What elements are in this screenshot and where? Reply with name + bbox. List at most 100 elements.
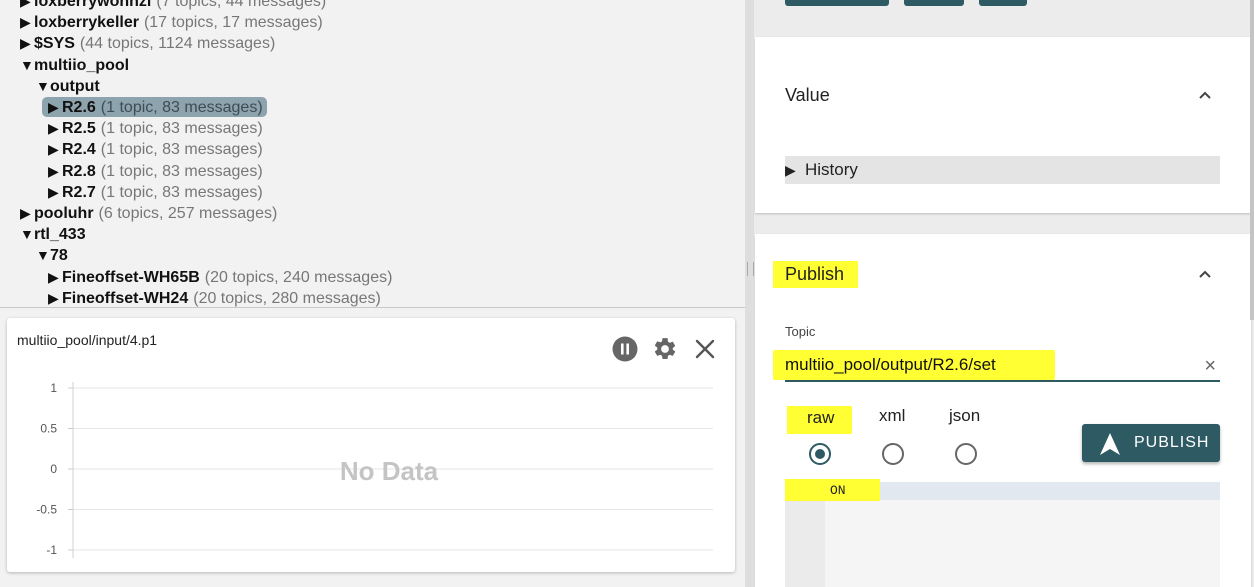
- topic-label: Topic: [785, 324, 816, 339]
- format-label-raw: raw: [787, 406, 853, 434]
- expand-arrow-icon[interactable]: ▶: [48, 97, 62, 117]
- y-tick-label: -0.5: [36, 503, 57, 517]
- publish-button-label: PUBLISH: [1134, 434, 1210, 451]
- payload-editor[interactable]: ON: [785, 479, 1220, 587]
- pause-button[interactable]: [612, 336, 638, 362]
- clear-icon[interactable]: ×: [1204, 355, 1216, 378]
- tree-node[interactable]: ▼output: [36, 76, 100, 96]
- format-radio-xml[interactable]: [882, 443, 904, 465]
- tree-node-count: (6 topics, 257 messages): [98, 205, 278, 222]
- chart-area: 1 0.5 0 -0.5 -1 No Data multiio_pool/input/4.…: [0, 308, 745, 587]
- tree-node-name: Fineoffset-WH24: [62, 289, 189, 307]
- close-icon: [695, 339, 715, 359]
- format-radio-json[interactable]: [955, 443, 977, 465]
- tree-node[interactable]: ▶ $SYS (44 topics, 1124 messages): [20, 33, 275, 53]
- tree-node-name: output: [50, 77, 100, 95]
- y-tick-label: 0: [50, 462, 57, 476]
- tree-node[interactable]: ▶ R2.5 (1 topic, 83 messages): [48, 118, 263, 138]
- value-panel-title: Value: [785, 85, 830, 105]
- expand-arrow-icon[interactable]: ▶: [48, 267, 62, 287]
- value-panel: Value ▶ History: [755, 37, 1251, 213]
- expand-arrow-icon[interactable]: ▶: [20, 203, 34, 223]
- publish-panel-title: Publish: [773, 261, 859, 288]
- no-data-label: No Data: [340, 456, 439, 486]
- history-toggle[interactable]: ▶ History: [785, 156, 1220, 184]
- tree-node-count: (1 topic, 83 messages): [100, 120, 263, 138]
- expand-arrow-icon[interactable]: ▶: [48, 288, 62, 308]
- expand-arrow-icon[interactable]: ▶: [48, 161, 62, 181]
- tree-node-count: (1 topic, 83 messages): [100, 183, 263, 201]
- tree-node[interactable]: ▶ loxberrykeller (17 topics, 17 messages): [20, 12, 323, 32]
- publish-panel: Publish Topic × raw xml json PUBLISH ON: [755, 234, 1251, 587]
- tree-node-count: (44 topics, 1124 messages): [79, 35, 276, 53]
- scrollbar[interactable]: [1250, 0, 1254, 320]
- tree-node[interactable]: ▶ pooluhr (6 topics, 257 messages): [20, 203, 277, 223]
- expand-arrow-icon: ▶: [785, 162, 796, 178]
- tree-node[interactable]: ▼78: [36, 245, 68, 265]
- chart-card: 1 0.5 0 -0.5 -1 No Data multiio_pool/input/4.…: [7, 318, 735, 572]
- pane-splitter[interactable]: [745, 0, 754, 587]
- format-label-xml: xml: [879, 406, 906, 425]
- expand-arrow-icon[interactable]: ▶: [20, 12, 34, 32]
- tree-node-name: R2.7: [62, 183, 96, 201]
- tree-node-name: R2.4: [62, 141, 96, 159]
- payload-text[interactable]: ON: [830, 482, 846, 500]
- tree-node-count: (20 topics, 240 messages): [204, 268, 393, 286]
- expand-arrow-icon[interactable]: ▶: [48, 118, 62, 138]
- format-radio-raw[interactable]: [809, 443, 831, 465]
- tree-node-name: R2.5: [62, 120, 96, 138]
- top-action-button-1[interactable]: [785, 0, 889, 6]
- tree-node[interactable]: ▶ Fineoffset-WH24 (20 topics, 280 messages…: [48, 288, 381, 308]
- chart-title: multiio_pool/input/4.p1: [17, 332, 158, 348]
- tree-node-count: (1 topic, 83 messages): [100, 141, 263, 159]
- expand-arrow-icon[interactable]: ▶: [48, 182, 62, 202]
- publish-button[interactable]: PUBLISH: [1082, 424, 1220, 462]
- chart-close-button[interactable]: [692, 336, 718, 362]
- gear-icon: [654, 338, 676, 359]
- tree-node-count: (1 topic, 83 messages): [100, 99, 263, 116]
- tree-node[interactable]: ▶ Fineoffset-WH65B (20 topics, 240 message…: [48, 267, 392, 287]
- tree-node-name: loxberrykeller: [34, 14, 139, 32]
- topic-tree: ▶ loxberrywohnzi (7 topics, 44 messages) ▶ l…: [0, 0, 745, 308]
- format-label-json: json: [949, 406, 981, 425]
- collapse-arrow-icon[interactable]: ▼: [36, 245, 50, 265]
- top-action-button-2[interactable]: [904, 0, 964, 6]
- tree-node[interactable]: ▶ R2.6 (1 topic, 83 messages): [42, 97, 267, 117]
- tree-node-name: loxberrywohnzi: [34, 0, 152, 10]
- tree-node-count: (7 topics, 44 messages): [156, 0, 327, 10]
- tree-node[interactable]: ▶ R2.8 (1 topic, 83 messages): [48, 161, 263, 181]
- collapse-arrow-icon[interactable]: ▼: [36, 76, 50, 96]
- chart-settings-button[interactable]: [652, 336, 678, 362]
- tree-node-name: Fineoffset-WH65B: [62, 268, 200, 286]
- tree-node-name: R2.8: [62, 162, 96, 180]
- tree-node[interactable]: ▼rtl_433: [20, 224, 86, 244]
- tree-node-name: 78: [50, 247, 68, 265]
- expand-arrow-icon[interactable]: ▶: [48, 139, 62, 159]
- tree-node[interactable]: ▼multiio_pool: [20, 55, 129, 75]
- tree-node[interactable]: ▶ R2.7 (1 topic, 83 messages): [48, 182, 263, 202]
- expand-arrow-icon[interactable]: ▶: [20, 33, 34, 53]
- tree-node-name: multiio_pool: [34, 56, 130, 74]
- tree-node[interactable]: ▶ R2.4 (1 topic, 83 messages): [48, 139, 263, 159]
- tree-node-name: $SYS: [34, 35, 75, 53]
- topic-input[interactable]: [773, 350, 1055, 380]
- expand-arrow-icon[interactable]: ▶: [20, 0, 34, 11]
- tree-node-name: R2.6: [62, 99, 96, 116]
- send-icon: [1100, 433, 1120, 455]
- tree-node-count: (1 topic, 83 messages): [100, 162, 263, 180]
- history-label: History: [805, 160, 858, 179]
- tree-node-name: pooluhr: [34, 205, 94, 222]
- chevron-up-icon[interactable]: [1198, 88, 1212, 102]
- chevron-up-icon[interactable]: [1198, 267, 1212, 281]
- tree-node-name: rtl_433: [34, 226, 86, 244]
- tree-node-count: (20 topics, 280 messages): [193, 289, 381, 307]
- collapse-arrow-icon[interactable]: ▼: [20, 55, 34, 75]
- collapse-arrow-icon[interactable]: ▼: [20, 224, 34, 244]
- splitter-grip[interactable]: [747, 262, 754, 276]
- tree-node[interactable]: ▶ loxberrywohnzi (7 topics, 44 messages): [20, 0, 326, 11]
- pause-icon: [612, 336, 638, 362]
- details-pane: Value ▶ History Publish Topic × raw xml j…: [754, 0, 1254, 587]
- tree-node-count: (17 topics, 17 messages): [143, 14, 323, 32]
- top-action-button-3[interactable]: [979, 0, 1027, 6]
- y-tick-label: 0.5: [40, 422, 57, 436]
